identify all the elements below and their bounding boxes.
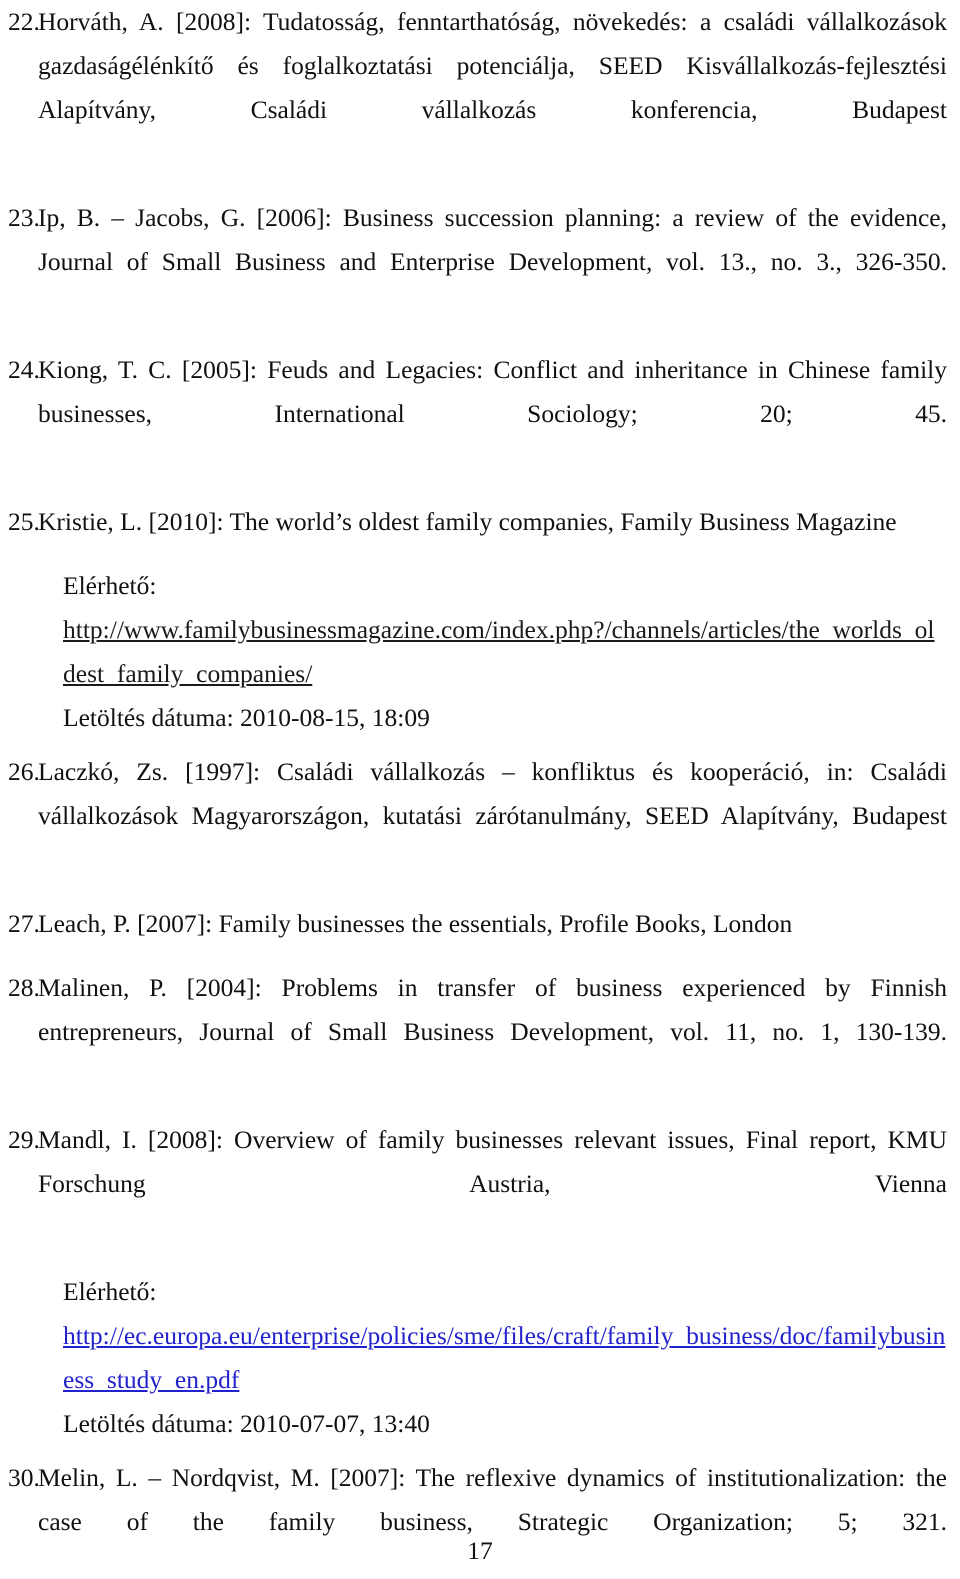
reference-number: 26.	[8, 757, 40, 786]
reference-text: Ip, B. – Jacobs, G. [2006]: Business suc…	[38, 203, 947, 276]
reference-text: Laczkó, Zs. [1997]: Családi vállalkozás …	[38, 757, 947, 830]
reference-entry-26: 26. Laczkó, Zs. [1997]: Családi vállalko…	[0, 750, 960, 882]
reference-url-link[interactable]: http://www.familybusinessmagazine.com/in…	[63, 615, 935, 688]
reference-text: Horváth, A. [2008]: Tudatosság, fenntart…	[38, 7, 947, 124]
reference-entry-24: 24. Kiong, T. C. [2005]: Feuds and Legac…	[0, 348, 960, 480]
reference-entry-25: 25. Kristie, L. [2010]: The world’s olde…	[0, 500, 960, 544]
download-date: Letöltés dátuma: 2010-07-07, 13:40	[63, 1409, 430, 1438]
reference-number: 22.	[8, 7, 40, 36]
reference-number: 28.	[8, 973, 40, 1002]
page-number: 17	[467, 1536, 493, 1565]
reference-list-page: 22. Horváth, A. [2008]: Tudatosság, fenn…	[0, 0, 960, 1579]
reference-entry-27: 27. Leach, P. [2007]: Family businesses …	[0, 902, 960, 946]
reference-entry-28: 28. Malinen, P. [2004]: Problems in tran…	[0, 966, 960, 1098]
reference-number: 24.	[8, 355, 40, 384]
reference-entry-29: 29. Mandl, I. [2008]: Overview of family…	[0, 1118, 960, 1250]
availability-label: Elérhető:	[63, 1277, 157, 1306]
reference-29-details: Elérhető: http://ec.europa.eu/enterprise…	[0, 1270, 960, 1446]
reference-number: 27.	[8, 909, 40, 938]
reference-text: Leach, P. [2007]: Family businesses the …	[38, 909, 793, 938]
reference-url-container: http://www.familybusinessmagazine.com/in…	[0, 608, 960, 696]
reference-url-link[interactable]: http://ec.europa.eu/enterprise/policies/…	[63, 1321, 945, 1394]
reference-number: 29.	[8, 1125, 40, 1154]
reference-text: Kiong, T. C. [2005]: Feuds and Legacies:…	[38, 355, 947, 428]
reference-entry-22: 22. Horváth, A. [2008]: Tudatosság, fenn…	[0, 0, 960, 176]
references-list: 22. Horváth, A. [2008]: Tudatosság, fenn…	[0, 0, 960, 1579]
reference-text: Kristie, L. [2010]: The world’s oldest f…	[38, 507, 897, 536]
availability-label: Elérhető:	[63, 571, 157, 600]
download-date: Letöltés dátuma: 2010-08-15, 18:09	[63, 703, 430, 732]
reference-number: 30.	[8, 1463, 40, 1492]
reference-url-container: http://ec.europa.eu/enterprise/policies/…	[0, 1314, 960, 1402]
reference-number: 25.	[8, 507, 40, 536]
reference-number: 23.	[8, 203, 40, 232]
reference-text: Mandl, I. [2008]: Overview of family bus…	[38, 1125, 947, 1198]
reference-text: Malinen, P. [2004]: Problems in transfer…	[38, 973, 947, 1046]
reference-entry-23: 23. Ip, B. – Jacobs, G. [2006]: Business…	[0, 196, 960, 328]
reference-25-details: Elérhető: http://www.familybusinessmagaz…	[0, 564, 960, 740]
